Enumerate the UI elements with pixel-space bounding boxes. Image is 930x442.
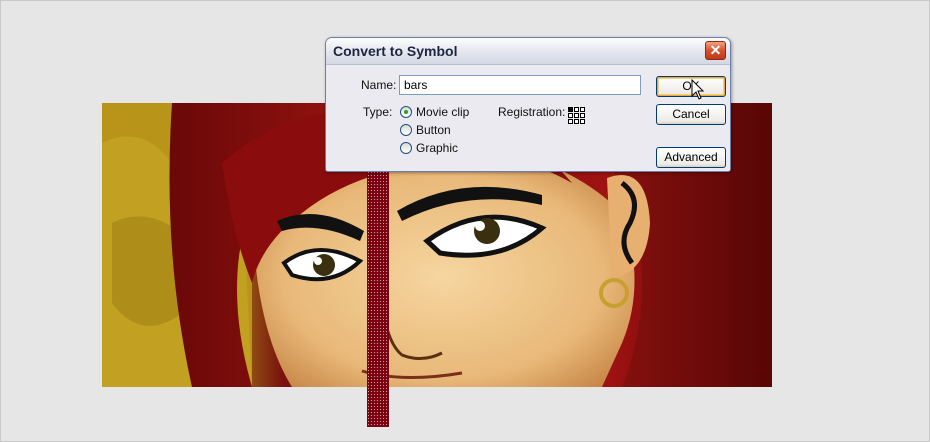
registration-label: Registration: xyxy=(498,105,566,119)
reg-point-ml[interactable] xyxy=(568,113,573,118)
name-input[interactable]: bars xyxy=(399,75,641,95)
type-label: Type: xyxy=(363,105,393,119)
reg-point-mc[interactable] xyxy=(574,113,579,118)
name-label: Name: xyxy=(361,78,397,92)
close-icon: ✕ xyxy=(709,42,722,58)
radio-movie-clip-label[interactable]: Movie clip xyxy=(416,105,469,119)
reg-point-mr[interactable] xyxy=(580,113,585,118)
reg-point-tr[interactable] xyxy=(580,107,585,112)
reg-point-br[interactable] xyxy=(580,119,585,124)
stage[interactable]: Convert to Symbol ✕ Name: bars Type: Mov… xyxy=(0,0,930,442)
dialog-body: Name: bars Type: Movie clip Button Graph… xyxy=(326,65,730,171)
dialog-titlebar[interactable]: Convert to Symbol ✕ xyxy=(326,38,730,65)
reg-point-bc[interactable] xyxy=(574,119,579,124)
dialog-title: Convert to Symbol xyxy=(333,43,458,59)
convert-to-symbol-dialog: Convert to Symbol ✕ Name: bars Type: Mov… xyxy=(325,37,731,172)
reg-point-bl[interactable] xyxy=(568,119,573,124)
radio-movie-clip[interactable] xyxy=(400,106,412,118)
radio-button-label[interactable]: Button xyxy=(416,123,451,137)
reg-point-tc[interactable] xyxy=(574,107,579,112)
cancel-button[interactable]: Cancel xyxy=(656,104,726,125)
radio-graphic-label[interactable]: Graphic xyxy=(416,141,458,155)
reg-point-tl[interactable] xyxy=(568,107,573,112)
advanced-button[interactable]: Advanced xyxy=(656,147,726,168)
bars-stripe[interactable] xyxy=(367,171,389,427)
registration-grid-icon[interactable] xyxy=(568,107,585,124)
mouse-cursor-icon xyxy=(691,79,705,100)
radio-button[interactable] xyxy=(400,124,412,136)
radio-graphic[interactable] xyxy=(400,142,412,154)
close-button[interactable]: ✕ xyxy=(705,41,726,60)
